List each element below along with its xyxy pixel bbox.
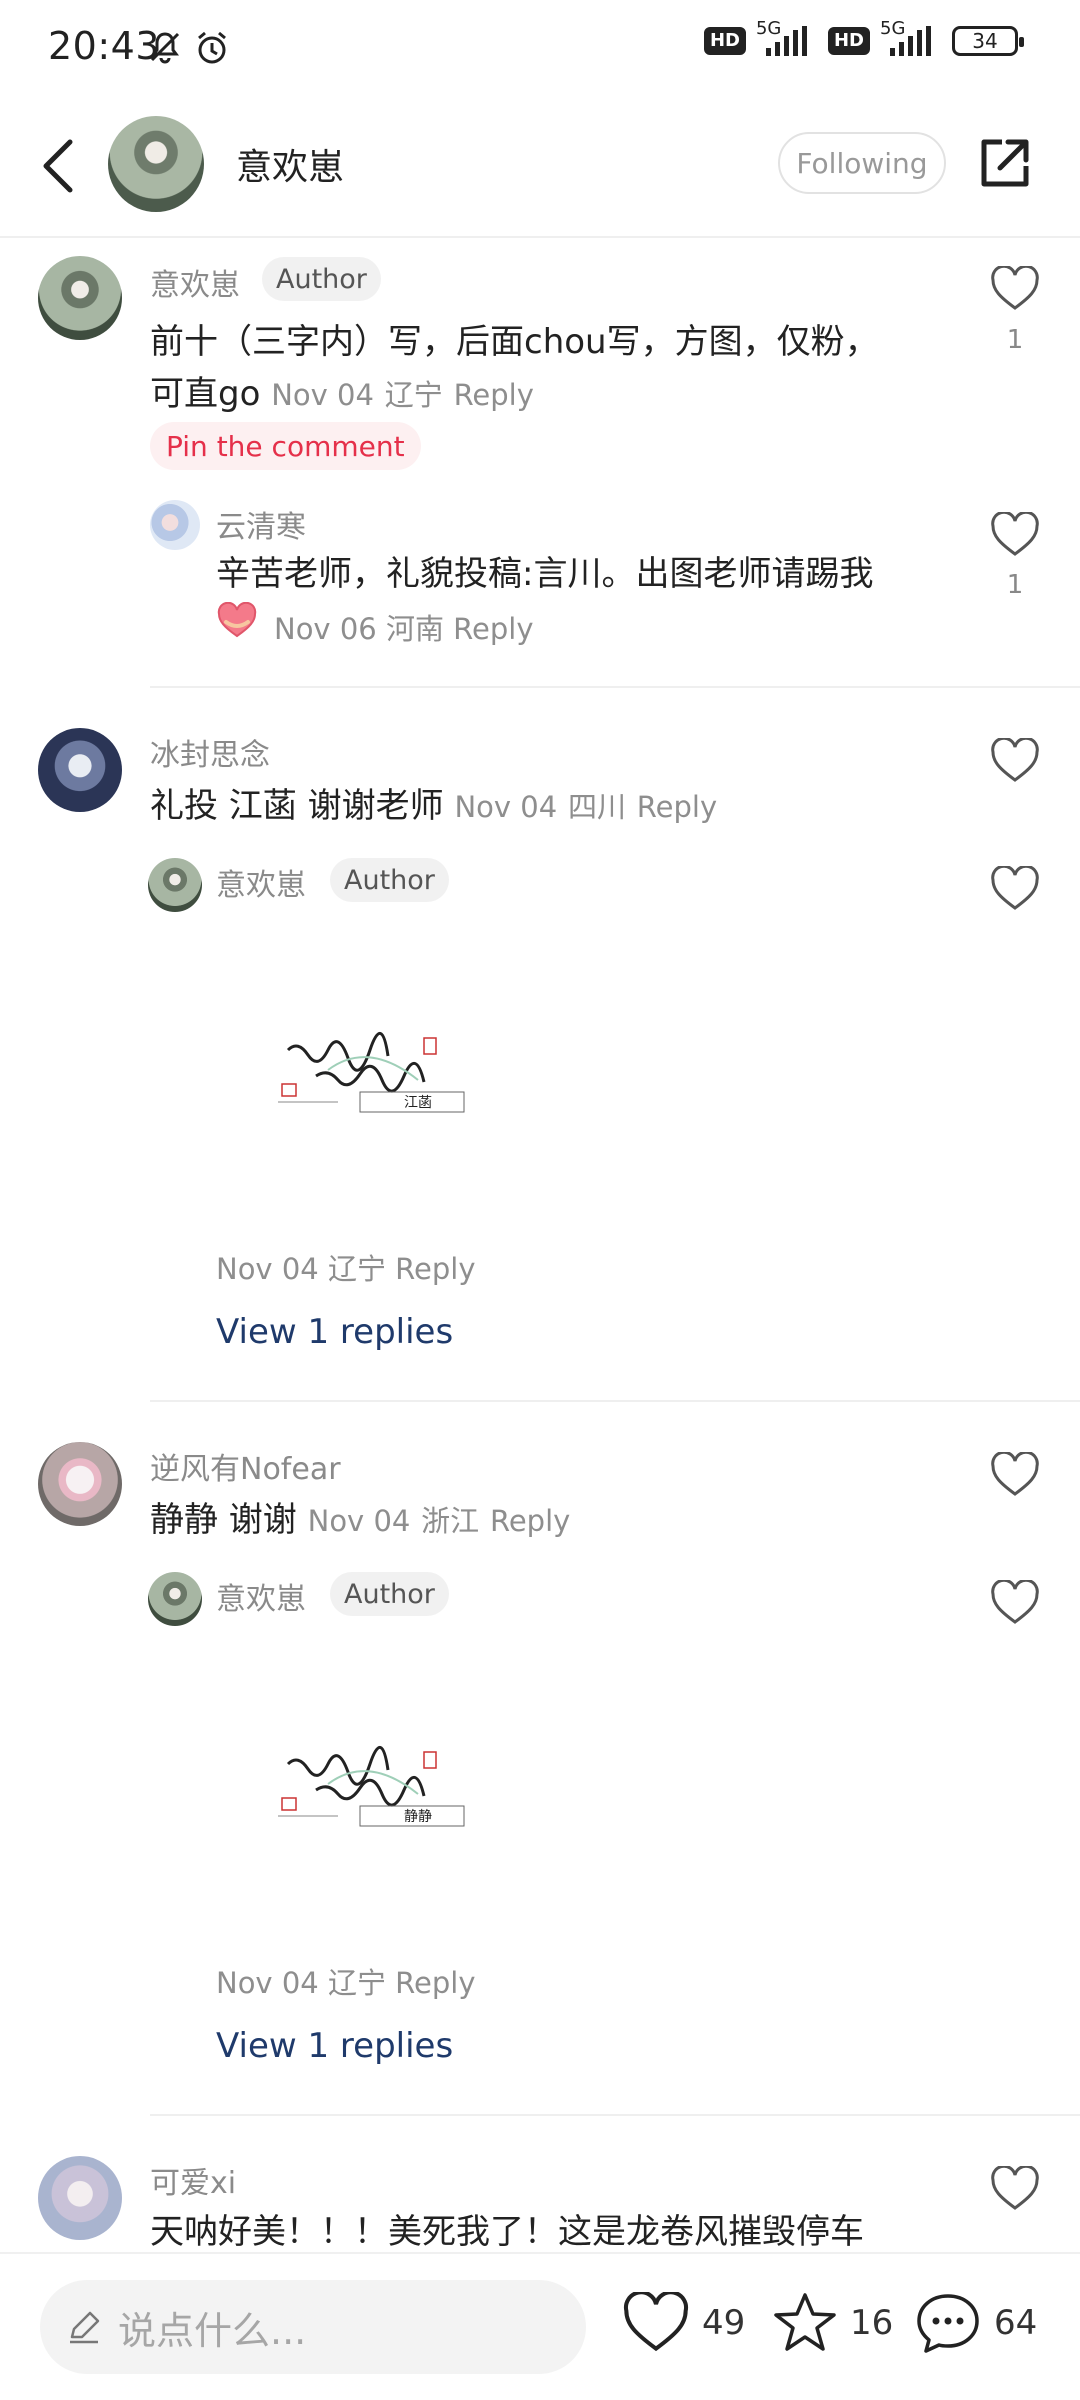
comment-location: 辽宁	[384, 378, 443, 412]
reply-location: 辽宁	[327, 1252, 386, 1286]
signal-icon-2: 5G	[880, 18, 942, 56]
like-count: 1	[1006, 570, 1024, 600]
reply-username[interactable]: 意欢崽	[216, 860, 306, 904]
comment-username[interactable]: 可爱xi	[150, 2158, 236, 2202]
favorite-button[interactable]: 16	[772, 2290, 893, 2356]
author-badge: Author	[262, 257, 381, 301]
comment-bubble-icon	[917, 2294, 979, 2353]
comment-divider	[150, 2114, 1080, 2116]
comment-username[interactable]: 逆风有Nofear	[150, 1444, 341, 1488]
like-button[interactable]: 49	[622, 2292, 745, 2354]
bottom-action-bar: 说点什么... 49 16 64	[0, 2252, 1080, 2400]
comment-location: 浙江	[421, 1504, 480, 1538]
reply-avatar[interactable]	[148, 1572, 202, 1626]
comment-divider	[150, 686, 1080, 688]
view-replies-button[interactable]: View 1 replies	[216, 2026, 453, 2066]
comment-date: Nov 04	[271, 378, 374, 412]
reply-text: 辛苦老师，礼貌投稿:言川。出图老师请踢我	[216, 554, 874, 594]
author-name[interactable]: 意欢崽	[236, 138, 344, 190]
comment-text-line: 可直go Nov 04 辽宁 Reply	[150, 374, 534, 414]
comment-text: 礼投 江菡 谢谢老师 Nov 04 四川 Reply	[150, 786, 718, 826]
like-heart-icon[interactable]	[990, 1580, 1040, 1626]
reply-avatar[interactable]	[148, 858, 202, 912]
status-time: 20:43	[48, 24, 161, 68]
signal-icon: 5G	[756, 18, 818, 56]
comment-text: 天呐好美！！！美死我了！这是龙卷风摧毁停车	[150, 2212, 864, 2252]
comment-username[interactable]: 意欢崽	[150, 260, 240, 304]
comment-location: 四川	[567, 790, 626, 824]
like-heart-icon[interactable]	[990, 266, 1040, 312]
comment-button[interactable]: 64	[914, 2290, 1037, 2356]
header-divider	[0, 236, 1080, 238]
alarm-icon	[198, 31, 226, 64]
battery-icon: 34	[952, 26, 1024, 56]
like-heart-icon[interactable]	[990, 2166, 1040, 2212]
reply-meta: Nov 04 辽宁 Reply	[216, 1246, 476, 1288]
comment-username[interactable]: 冰封思念	[150, 730, 270, 774]
favorite-count: 16	[850, 2303, 894, 2343]
comment-date: Nov 04	[307, 1504, 411, 1538]
reply-username[interactable]: 意欢崽	[216, 1574, 306, 1618]
reply-username[interactable]: 云清寒	[216, 502, 306, 546]
post-header: 意欢崽 Following	[0, 100, 1080, 236]
comment-avatar[interactable]	[38, 1442, 122, 1526]
status-right: HD 5G HD 5G 34	[703, 18, 1024, 56]
comment-avatar[interactable]	[38, 728, 122, 812]
heart-icon	[623, 2292, 689, 2352]
heart-hands-emoji-icon	[217, 602, 257, 638]
calligraphy-signature: 江菡	[404, 1095, 432, 1111]
author-avatar[interactable]	[108, 116, 204, 212]
like-count: 1	[1006, 325, 1024, 355]
like-heart-icon[interactable]	[990, 1452, 1040, 1498]
author-badge: Author	[330, 858, 449, 902]
star-icon	[774, 2293, 836, 2351]
comment-avatar[interactable]	[38, 256, 122, 340]
calligraphy-signature: 静静	[404, 1809, 432, 1825]
reply-avatar[interactable]	[150, 500, 200, 550]
comment-text: 静静 谢谢 Nov 04 浙江 Reply	[150, 1500, 571, 1540]
view-replies-button[interactable]: View 1 replies	[216, 1312, 453, 1352]
comment-date: Nov 04	[454, 790, 558, 824]
reply-location: 辽宁	[327, 1966, 386, 2000]
comment-text: 前十（三字内）写，后面chou写，方图，仅粉， 可直go Nov 04 辽宁 R…	[150, 316, 980, 421]
comment-avatar[interactable]	[38, 2156, 122, 2240]
like-heart-icon[interactable]	[990, 866, 1040, 912]
reply-meta: Nov 04 辽宁 Reply	[216, 1960, 476, 2002]
hd-badge-2: HD	[827, 27, 870, 55]
comment-count: 64	[994, 2303, 1038, 2343]
comment-text-line: 前十（三字内）写，后面chou写，方图，仅粉，	[150, 322, 879, 362]
reply-date: Nov 04	[216, 1252, 319, 1286]
share-icon[interactable]	[976, 134, 1034, 192]
comment-input-placeholder: 说点什么...	[118, 2308, 307, 2353]
reply-date: Nov 04	[216, 1966, 319, 2000]
mute-icon	[150, 32, 180, 64]
author-badge: Author	[330, 1572, 449, 1616]
reply-date: Nov 06	[274, 612, 377, 646]
like-heart-icon[interactable]	[990, 512, 1040, 558]
reply-link[interactable]: Reply	[454, 378, 534, 412]
back-arrow-icon[interactable]	[32, 136, 88, 196]
reply-meta: Nov 06 河南 Reply	[274, 606, 534, 648]
hd-badge: HD	[703, 27, 746, 55]
like-heart-icon[interactable]	[990, 738, 1040, 784]
like-count: 49	[702, 2303, 746, 2343]
calligraphy-image[interactable]: 静静	[268, 1744, 468, 1854]
comment-input[interactable]: 说点什么...	[40, 2280, 586, 2374]
reply-link[interactable]: Reply	[395, 1252, 475, 1286]
pencil-icon	[70, 2311, 100, 2344]
reply-link[interactable]: Reply	[453, 612, 533, 646]
pin-comment-button[interactable]: Pin the comment	[150, 422, 421, 470]
reply-location: 河南	[385, 612, 444, 646]
reply-link[interactable]: Reply	[490, 1504, 570, 1538]
calligraphy-image[interactable]: 江菡	[268, 1030, 468, 1140]
reply-link[interactable]: Reply	[637, 790, 717, 824]
status-bar: 20:43 HD 5G HD 5G 34	[0, 0, 1080, 96]
comment-divider	[150, 1400, 1080, 1402]
reply-link[interactable]: Reply	[395, 1966, 475, 2000]
following-button[interactable]: Following	[778, 132, 946, 194]
